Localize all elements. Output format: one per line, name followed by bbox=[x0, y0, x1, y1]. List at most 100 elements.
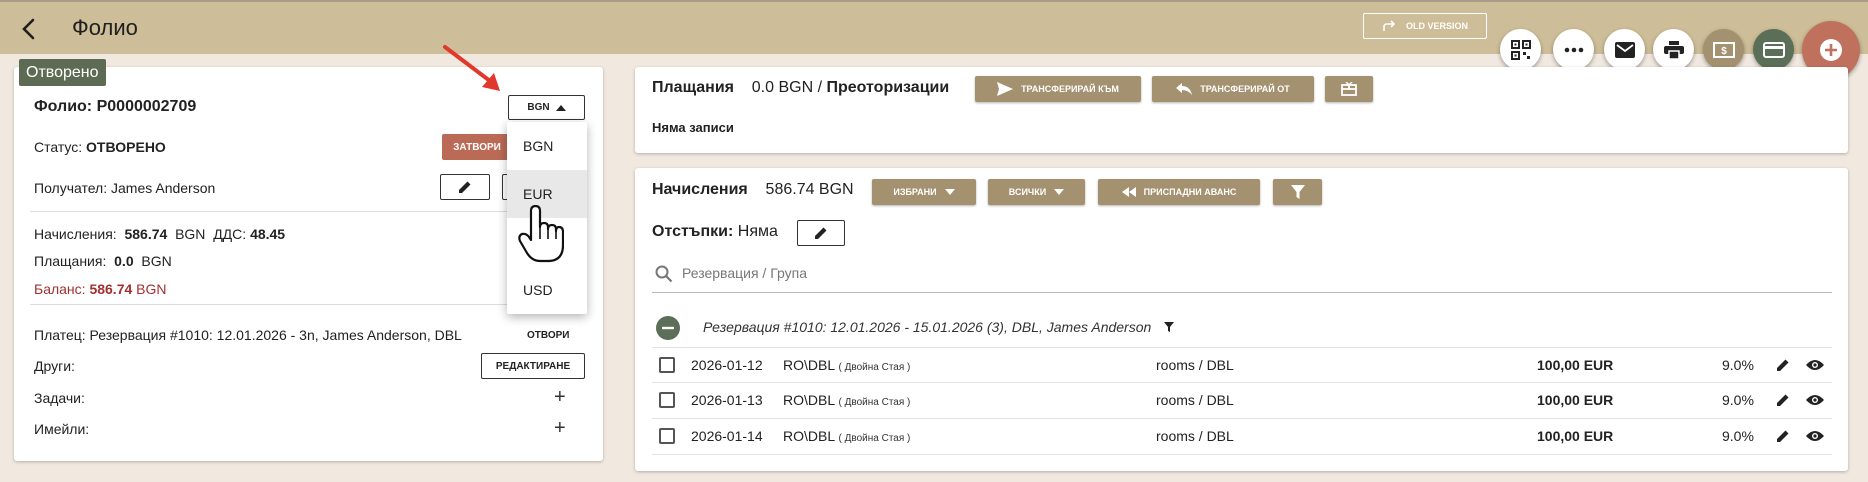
row-code: RO\DBL ( Двойна Стая ) bbox=[783, 428, 911, 444]
payments-value: 0.0 bbox=[114, 253, 134, 269]
card-payment-button[interactable] bbox=[1753, 29, 1794, 70]
transfer-from-button[interactable]: ТРАНСФЕРИРАЙ ОТ bbox=[1152, 76, 1314, 102]
row-vat: 9.0% bbox=[1722, 428, 1754, 444]
payer-label: Платец: Резервация #1010: 12.01.2026 - 3… bbox=[34, 327, 462, 343]
folio-label: Фолио: P0000002709 bbox=[34, 98, 197, 115]
old-version-button[interactable]: OLD VERSION bbox=[1363, 13, 1487, 39]
row-checkbox[interactable] bbox=[659, 392, 675, 408]
edit-pencil-icon[interactable] bbox=[1776, 429, 1790, 443]
row-amount: 100,00 EUR bbox=[1537, 357, 1614, 373]
charges-amount: 586.74 BGN bbox=[765, 181, 854, 198]
transfer-to-button[interactable]: ТРАНСФЕРИРАЙ КЪМ bbox=[975, 76, 1141, 102]
row-checkbox[interactable] bbox=[659, 428, 675, 444]
more-options-button[interactable] bbox=[1553, 29, 1594, 70]
row-category: rooms / DBL bbox=[1156, 392, 1234, 408]
cash-payment-button[interactable]: $ bbox=[1703, 29, 1744, 70]
old-version-label: OLD VERSION bbox=[1405, 21, 1468, 31]
qr-code-icon bbox=[1510, 39, 1531, 60]
payments-empty: Няма записи bbox=[652, 120, 734, 135]
search-icon bbox=[655, 265, 673, 283]
edit-discounts-button[interactable] bbox=[797, 220, 845, 246]
deduct-advance-button[interactable]: ПРИСПАДНИ АВАНС bbox=[1098, 179, 1260, 205]
folio-number: P0000002709 bbox=[96, 98, 197, 115]
row-divider bbox=[652, 347, 1832, 348]
cash-icon: $ bbox=[1712, 41, 1735, 58]
row-amount: 100,00 EUR bbox=[1537, 392, 1614, 408]
payments-header: Плащания 0.0 BGN / Преоторизации bbox=[652, 79, 950, 96]
close-folio-button[interactable]: ЗАТВОРИ bbox=[442, 134, 512, 160]
send-icon bbox=[997, 82, 1014, 96]
filter-icon bbox=[1290, 185, 1305, 199]
currency-option-usd[interactable]: USD bbox=[507, 266, 587, 314]
discounts-row: Отстъпки: Няма bbox=[652, 223, 778, 240]
view-eye-icon[interactable] bbox=[1806, 394, 1824, 406]
view-eye-icon[interactable] bbox=[1806, 359, 1824, 371]
caret-down-icon bbox=[1054, 189, 1065, 195]
all-filter-button[interactable]: ВСИЧКИ bbox=[988, 179, 1085, 205]
hand-cursor-icon bbox=[518, 205, 564, 263]
recipient-label: Получател: James Anderson bbox=[34, 180, 216, 196]
status-row: Статус: ОТВОРЕНО bbox=[34, 139, 166, 155]
emails-label: Имейли: bbox=[34, 421, 90, 437]
search-underline bbox=[652, 292, 1832, 293]
group-filter-icon[interactable] bbox=[1164, 322, 1174, 332]
credit-card-icon bbox=[1762, 41, 1785, 58]
row-date: 2026-01-14 bbox=[691, 428, 763, 444]
back-arrow-icon[interactable] bbox=[14, 14, 44, 44]
row-divider bbox=[652, 418, 1832, 419]
row-date: 2026-01-12 bbox=[691, 357, 763, 373]
payments-summary: Плащания: 0.0 BGN bbox=[34, 253, 172, 269]
selected-filter-button[interactable]: ИЗБРАНИ bbox=[872, 179, 976, 205]
reply-icon bbox=[1176, 83, 1193, 95]
gift-card-icon bbox=[1341, 82, 1357, 96]
email-button[interactable] bbox=[1604, 29, 1645, 70]
currency-option-bgn[interactable]: BGN bbox=[507, 122, 587, 170]
printer-icon bbox=[1663, 40, 1684, 59]
svg-text:$: $ bbox=[1721, 46, 1727, 57]
row-code: RO\DBL ( Двойна Стая ) bbox=[783, 357, 911, 373]
divider bbox=[30, 211, 510, 212]
row-amount: 100,00 EUR bbox=[1537, 428, 1614, 444]
charges-value: 586.74 bbox=[124, 226, 168, 242]
others-label: Други: bbox=[34, 358, 75, 374]
row-date: 2026-01-13 bbox=[691, 392, 763, 408]
vat-value: 48.45 bbox=[250, 226, 286, 242]
tasks-label: Задачи: bbox=[34, 390, 85, 406]
currency-select[interactable]: BGN bbox=[508, 95, 585, 120]
add-email-plus-icon[interactable]: + bbox=[554, 418, 566, 438]
gift-voucher-button[interactable] bbox=[1325, 76, 1373, 102]
row-divider bbox=[652, 454, 1832, 455]
view-eye-icon[interactable] bbox=[1806, 430, 1824, 442]
edit-others-button[interactable]: РЕДАКТИРАНЕ bbox=[481, 353, 585, 379]
page-title: Фолио bbox=[72, 15, 138, 40]
charges-summary: Начисления: 586.74 BGN ДДС: 48.45 bbox=[34, 226, 286, 242]
pencil-icon bbox=[459, 181, 471, 193]
qr-code-button[interactable] bbox=[1500, 29, 1541, 70]
add-circle-icon bbox=[1820, 39, 1842, 61]
row-checkbox[interactable] bbox=[659, 357, 675, 373]
annotation-arrow-icon bbox=[443, 45, 500, 91]
filter-button[interactable] bbox=[1273, 179, 1322, 205]
row-category: rooms / DBL bbox=[1156, 357, 1234, 373]
charges-title: Начисления bbox=[652, 181, 748, 198]
status-value: ОТВОРЕНО bbox=[86, 139, 166, 155]
rewind-icon bbox=[1121, 187, 1136, 197]
payments-amount: 0.0 BGN bbox=[751, 79, 814, 96]
edit-pencil-icon[interactable] bbox=[1776, 358, 1790, 372]
row-vat: 9.0% bbox=[1722, 392, 1754, 408]
caret-down-icon bbox=[944, 189, 955, 195]
collapse-group-icon[interactable] bbox=[656, 316, 680, 340]
add-task-plus-icon[interactable]: + bbox=[554, 387, 566, 407]
open-reservation-button[interactable]: ОТВОРИ bbox=[527, 330, 570, 341]
edit-pencil-icon[interactable] bbox=[1776, 393, 1790, 407]
row-code: RO\DBL ( Двойна Стая ) bbox=[783, 392, 911, 408]
search-input[interactable]: Резервация / Група bbox=[682, 265, 807, 281]
edit-recipient-button[interactable] bbox=[440, 174, 490, 200]
charges-header: Начисления 586.74 BGN bbox=[652, 181, 854, 199]
row-vat: 9.0% bbox=[1722, 357, 1754, 373]
reservation-group-label[interactable]: Резервация #1010: 12.01.2026 - 15.01.202… bbox=[703, 319, 1151, 335]
payments-title: Плащания bbox=[652, 79, 734, 96]
more-horizontal-icon bbox=[1564, 47, 1583, 52]
print-button[interactable] bbox=[1653, 29, 1694, 70]
caret-up-icon bbox=[555, 104, 566, 111]
